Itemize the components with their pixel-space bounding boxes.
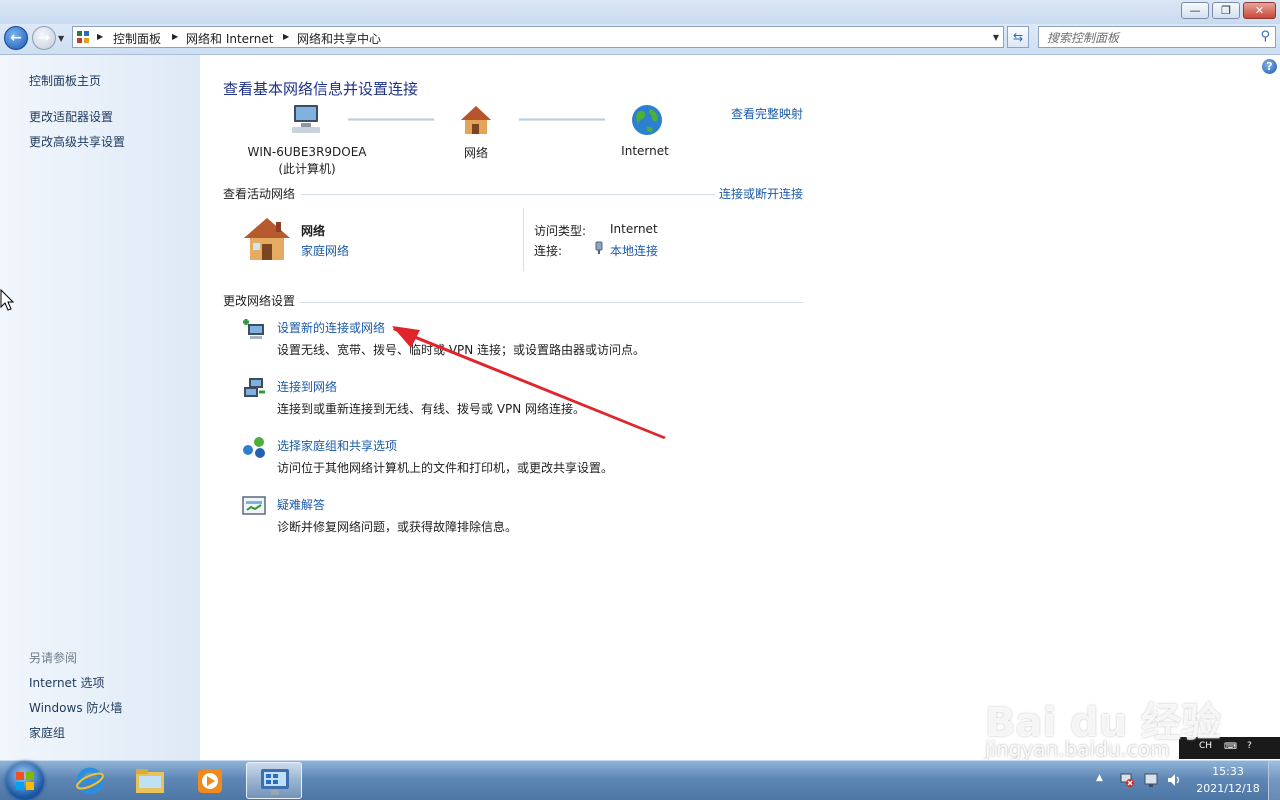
ethernet-icon xyxy=(595,241,603,254)
network-house-icon[interactable] xyxy=(459,104,493,136)
breadcrumb-network-internet[interactable]: 网络和 Internet xyxy=(186,30,273,47)
ime-help-icon[interactable]: ? xyxy=(1247,741,1252,751)
internet-globe-icon[interactable] xyxy=(630,103,664,137)
connection-line xyxy=(348,118,434,121)
media-player-icon xyxy=(198,769,222,793)
sidebar-change-advanced-sharing[interactable]: 更改高级共享设置 xyxy=(29,133,125,150)
local-connection-link[interactable]: 本地连接 xyxy=(610,242,658,259)
show-desktop-button[interactable] xyxy=(1268,761,1280,800)
internet-node-label: Internet xyxy=(621,144,669,158)
task-setup-connection-link[interactable]: 设置新的连接或网络 xyxy=(277,319,385,336)
task-troubleshoot-desc: 诊断并修复网络问题，或获得故障排除信息。 xyxy=(277,520,518,534)
sidebar-homegroup[interactable]: 家庭组 xyxy=(29,724,65,741)
search-icon[interactable]: ⚲ xyxy=(1260,29,1270,44)
divider xyxy=(523,208,524,271)
connections-label: 连接: xyxy=(534,244,563,258)
divider xyxy=(301,194,715,195)
computer-name: WIN-6UBE3R9DOEA xyxy=(247,145,367,159)
search-box[interactable]: ⚲ xyxy=(1038,26,1276,48)
taskbar-internet-explorer[interactable] xyxy=(64,762,116,799)
access-type-label: 访问类型: xyxy=(534,224,587,238)
recent-pages-dropdown-icon[interactable]: ▼ xyxy=(58,34,64,43)
task-troubleshoot-link[interactable]: 疑难解答 xyxy=(277,496,325,513)
breadcrumb-sharing-center[interactable]: 网络和共享中心 xyxy=(297,30,381,47)
troubleshoot-icon[interactable] xyxy=(241,493,267,519)
active-network-name: 网络 xyxy=(301,224,326,238)
title-bar: — ❐ ✕ xyxy=(0,0,1280,24)
home-network-icon xyxy=(244,218,290,260)
baidu-watermark-url: jingyan.baidu.com xyxy=(985,737,1170,761)
computer-icon[interactable] xyxy=(289,103,323,135)
taskbar-control-panel[interactable] xyxy=(246,762,302,799)
help-icon[interactable]: ? xyxy=(1262,59,1277,74)
breadcrumb-separator-icon[interactable]: ▶ xyxy=(283,32,289,41)
mouse-cursor-icon xyxy=(0,289,14,311)
control-panel-icon xyxy=(261,769,289,795)
access-type-value: Internet xyxy=(610,222,658,236)
network-tray-icon[interactable] xyxy=(1119,772,1135,788)
taskbar-file-explorer[interactable] xyxy=(124,762,176,799)
left-navigation-pane: 控制面板主页 更改适配器设置 更改高级共享设置 另请参阅 Internet 选项… xyxy=(0,55,200,760)
windows-logo-icon xyxy=(16,772,34,790)
homegroup-icon[interactable] xyxy=(241,434,267,460)
sidebar-change-adapter-settings[interactable]: 更改适配器设置 xyxy=(29,108,113,125)
start-button[interactable] xyxy=(6,762,44,800)
breadcrumb-control-panel[interactable]: 控制面板 xyxy=(113,30,161,47)
breadcrumb-separator-icon[interactable]: ▶ xyxy=(97,32,103,41)
taskbar-media-player[interactable] xyxy=(184,762,236,799)
task-homegroup-link[interactable]: 选择家庭组和共享选项 xyxy=(277,437,397,454)
search-input[interactable] xyxy=(1045,30,1249,46)
folder-icon xyxy=(136,769,164,793)
task-connect-network-link[interactable]: 连接到网络 xyxy=(277,378,337,395)
back-button[interactable]: ← xyxy=(4,26,28,50)
divider xyxy=(299,302,803,303)
maximize-button[interactable]: ❐ xyxy=(1212,2,1240,19)
control-panel-window: — ❐ ✕ ← → ▼ ▶ 控制面板 ▶ 网络和 Internet ▶ 网络和共… xyxy=(0,0,1280,760)
see-also-heading: 另请参阅 xyxy=(29,651,78,665)
sidebar-internet-options[interactable]: Internet 选项 xyxy=(29,674,104,691)
network-type-link[interactable]: 家庭网络 xyxy=(301,242,349,259)
volume-icon[interactable] xyxy=(1166,772,1182,788)
breadcrumb-separator-icon[interactable]: ▶ xyxy=(172,32,178,41)
control-panel-icon xyxy=(77,31,89,43)
clock-date[interactable]: 2021/12/18 xyxy=(1189,782,1267,795)
connection-line xyxy=(519,118,605,121)
refresh-button[interactable]: ⇆ xyxy=(1007,26,1029,48)
connect-network-icon[interactable] xyxy=(241,375,267,401)
show-hidden-icons-button[interactable]: ▲ xyxy=(1096,773,1103,783)
task-homegroup-desc: 访问位于其他网络计算机上的文件和打印机，或更改共享设置。 xyxy=(277,461,614,475)
clock-time[interactable]: 15:33 xyxy=(1196,765,1260,778)
internet-explorer-icon xyxy=(76,767,104,795)
active-networks-heading: 查看活动网络 xyxy=(223,187,296,201)
sidebar-control-panel-home[interactable]: 控制面板主页 xyxy=(29,72,101,89)
page-title: 查看基本网络信息并设置连接 xyxy=(223,80,419,98)
forward-button[interactable]: → xyxy=(32,26,56,50)
sidebar-windows-firewall[interactable]: Windows 防火墙 xyxy=(29,699,122,716)
annotation-arrow xyxy=(392,326,666,439)
address-bar[interactable]: ▶ 控制面板 ▶ 网络和 Internet ▶ 网络和共享中心 ▼ xyxy=(72,26,1004,48)
address-dropdown-icon[interactable]: ▼ xyxy=(993,33,999,42)
keyboard-icon[interactable]: ⌨ xyxy=(1224,742,1237,752)
computer-sub-label: (此计算机) xyxy=(278,162,336,176)
view-full-map-link[interactable]: 查看完整映射 xyxy=(731,105,803,122)
close-button[interactable]: ✕ xyxy=(1243,2,1276,19)
action-center-icon[interactable] xyxy=(1143,772,1159,788)
new-connection-icon[interactable] xyxy=(241,316,267,342)
minimize-button[interactable]: — xyxy=(1181,2,1209,19)
change-settings-heading: 更改网络设置 xyxy=(223,294,296,308)
computer-node-label: WIN-6UBE3R9DOEA (此计算机) xyxy=(243,144,371,178)
network-node-label: 网络 xyxy=(463,146,488,160)
connect-disconnect-link[interactable]: 连接或断开连接 xyxy=(719,185,803,202)
navigation-bar: ← → ▼ ▶ 控制面板 ▶ 网络和 Internet ▶ 网络和共享中心 ▼ … xyxy=(0,24,1280,55)
